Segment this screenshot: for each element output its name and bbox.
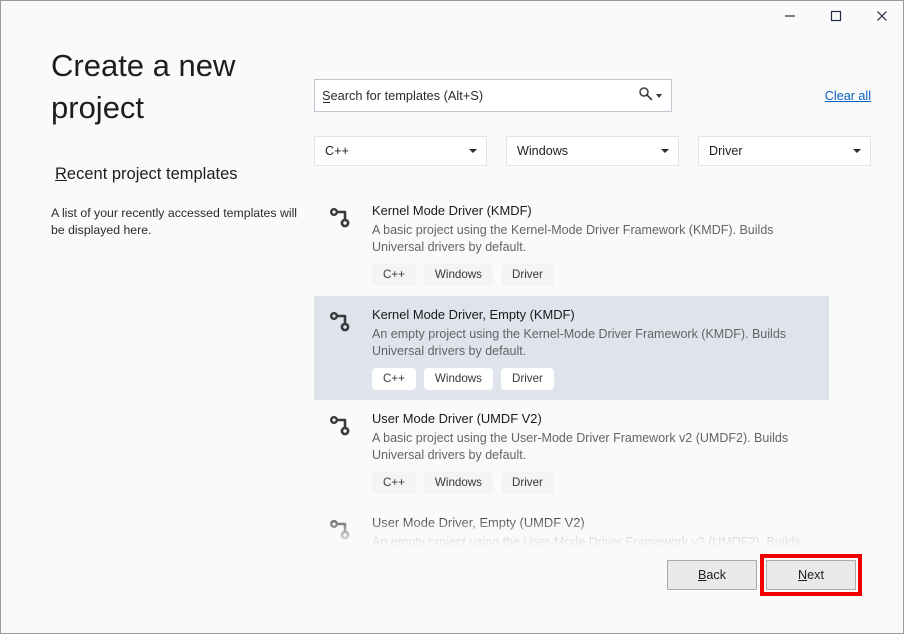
chevron-down-icon (469, 149, 477, 153)
back-button[interactable]: Back (667, 560, 757, 590)
back-label-rest: ack (706, 568, 726, 582)
driver-node-icon (328, 202, 362, 286)
tag: Driver (501, 368, 554, 390)
list-item[interactable]: Kernel Mode Driver (KMDF) A basic projec… (314, 192, 829, 296)
minimize-icon (784, 10, 796, 22)
list-item-selected[interactable]: Kernel Mode Driver, Empty (KMDF) An empt… (314, 296, 829, 400)
chevron-down-icon[interactable] (656, 94, 662, 98)
project-type-filter-dropdown[interactable]: Driver (698, 136, 871, 166)
back-accel: B (698, 568, 706, 582)
language-filter-dropdown[interactable]: C++ (314, 136, 487, 166)
title-bar (1, 1, 904, 41)
template-tags: C++ Windows Driver (372, 368, 829, 390)
clear-all-link[interactable]: Clear all (825, 89, 871, 103)
language-filter-value: C++ (325, 144, 349, 158)
recent-templates-description: A list of your recently accessed templat… (51, 205, 299, 239)
close-icon (876, 10, 888, 22)
tag: C++ (372, 368, 416, 390)
chevron-down-icon (853, 149, 861, 153)
list-item-body: User Mode Driver (UMDF V2) A basic proje… (362, 410, 829, 494)
search-box[interactable] (314, 79, 672, 112)
create-new-project-dialog: Create a new project Recent project temp… (0, 0, 904, 634)
tag: Windows (424, 368, 493, 390)
list-item-body: Kernel Mode Driver, Empty (KMDF) An empt… (362, 306, 829, 390)
platform-filter-value: Windows (517, 144, 568, 158)
tag: Driver (501, 264, 554, 286)
template-tags: C++ Windows Driver (372, 264, 829, 286)
minimize-button[interactable] (767, 1, 813, 31)
right-panel: Clear all C++ Windows Driver (314, 79, 871, 112)
tag: Windows (424, 472, 493, 494)
driver-node-icon (328, 410, 362, 494)
template-tags: C++ Windows Driver (372, 472, 829, 494)
tag: Driver (501, 472, 554, 494)
search-icon (638, 86, 653, 106)
next-label-rest: ext (807, 568, 824, 582)
chevron-down-icon (661, 149, 669, 153)
driver-node-icon (328, 514, 362, 547)
filter-dropdowns: C++ Windows Driver (314, 136, 871, 166)
close-button[interactable] (859, 1, 904, 31)
next-button[interactable]: Next (766, 560, 856, 590)
left-panel: Create a new project Recent project temp… (51, 45, 301, 129)
search-row: Clear all (314, 79, 871, 112)
recent-heading-accel: R (55, 165, 67, 183)
page-title: Create a new project (51, 45, 261, 129)
template-name: User Mode Driver (UMDF V2) (372, 410, 829, 428)
template-name: User Mode Driver, Empty (UMDF V2) (372, 514, 829, 532)
dialog-footer: Back Next (1, 556, 904, 596)
list-item[interactable]: User Mode Driver (UMDF V2) A basic proje… (314, 400, 829, 504)
search-icon-group[interactable] (638, 86, 671, 106)
recent-heading-rest: ecent project templates (67, 165, 238, 183)
project-type-filter-value: Driver (709, 144, 743, 158)
driver-node-icon (328, 306, 362, 390)
template-list[interactable]: Kernel Mode Driver (KMDF) A basic projec… (314, 192, 871, 547)
template-name: Kernel Mode Driver, Empty (KMDF) (372, 306, 829, 324)
next-accel: N (798, 568, 807, 582)
template-description: A basic project using the Kernel-Mode Dr… (372, 222, 824, 255)
template-description: A basic project using the User-Mode Driv… (372, 430, 824, 463)
list-item-body: User Mode Driver, Empty (UMDF V2) An emp… (362, 514, 829, 547)
tag: C++ (372, 472, 416, 494)
recent-templates-heading: Recent project templates (55, 165, 238, 184)
tag: C++ (372, 264, 416, 286)
list-item[interactable]: User Mode Driver, Empty (UMDF V2) An emp… (314, 504, 829, 547)
maximize-icon (830, 10, 842, 22)
search-accel-underline (323, 102, 330, 103)
tag: Windows (424, 264, 493, 286)
platform-filter-dropdown[interactable]: Windows (506, 136, 679, 166)
template-name: Kernel Mode Driver (KMDF) (372, 202, 829, 220)
template-description: An empty project using the User-Mode Dri… (372, 534, 824, 547)
template-description: An empty project using the Kernel-Mode D… (372, 326, 824, 359)
maximize-button[interactable] (813, 1, 859, 31)
search-input[interactable] (315, 88, 638, 103)
list-item-body: Kernel Mode Driver (KMDF) A basic projec… (362, 202, 829, 286)
